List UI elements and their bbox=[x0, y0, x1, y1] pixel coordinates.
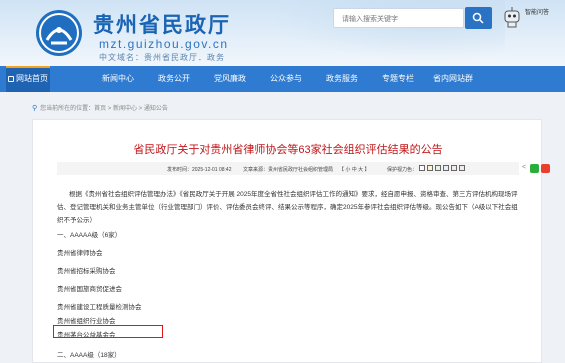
color-swatch-beige[interactable] bbox=[427, 165, 433, 171]
nav-item-news[interactable]: 新闻中心 bbox=[98, 66, 138, 92]
color-swatch-pink[interactable] bbox=[451, 165, 457, 171]
color-swatch-green[interactable] bbox=[435, 165, 441, 171]
site-domain: mzt.guizhou.gov.cn bbox=[99, 37, 229, 51]
search-button[interactable] bbox=[465, 7, 492, 29]
nav-item-topics[interactable]: 专题专栏 bbox=[378, 66, 418, 92]
article-title: 省民政厅关于对贵州省律师协会等63家社会组织评估结果的公告 bbox=[133, 144, 443, 156]
list-item: 贵州省国旅商贸促进会 bbox=[57, 286, 122, 293]
site-chinese-domain: 中文域名：贵州省民政厅．政务 bbox=[99, 53, 225, 62]
search-input[interactable]: 请输入搜索关键字 bbox=[333, 8, 464, 28]
nav-item-site-group[interactable]: 省内网站群 bbox=[428, 66, 478, 92]
color-swatch-gray[interactable] bbox=[459, 165, 465, 171]
site-header: 贵州省民政厅 mzt.guizhou.gov.cn 中文域名：贵州省民政厅．政务… bbox=[0, 0, 565, 66]
list-item: 贵州省律师协会 bbox=[57, 250, 103, 257]
nav-item-integrity[interactable]: 党风廉政 bbox=[210, 66, 250, 92]
main-nav: 网站首页 新闻中心 政务公开 党风廉政 公众参与 政务服务 专题专栏 省内网站群 bbox=[0, 66, 565, 92]
article-meta-bar: 发布时间：2025-12-01 08:42 文章来源：贵州省民政厅社会组织管理局… bbox=[57, 162, 550, 175]
weibo-share-icon[interactable] bbox=[541, 164, 550, 173]
nav-item-label: 网站首页 bbox=[16, 74, 48, 83]
nav-item-home[interactable]: 网站首页 bbox=[6, 66, 50, 92]
list-item: 贵州省招标采购协会 bbox=[57, 268, 116, 275]
search-icon bbox=[472, 12, 484, 24]
list-item: 贵州省建设工程质量检测协会 bbox=[57, 304, 142, 311]
share-icon[interactable]: < bbox=[522, 164, 526, 171]
location-pin-icon: ⚲ bbox=[32, 105, 38, 112]
wechat-share-icon[interactable] bbox=[530, 164, 539, 173]
emblem-logo-icon bbox=[36, 10, 82, 56]
color-swatch-white[interactable] bbox=[419, 165, 425, 171]
publish-date: 发布时间：2025-12-01 08:42 bbox=[167, 167, 232, 173]
section-heading: 二、AAAA级（18家） bbox=[57, 352, 121, 359]
eye-protect-label: 保护视力色： bbox=[387, 167, 418, 173]
font-size-switch[interactable]: 【 小 中 大 】 bbox=[339, 166, 370, 173]
site-title[interactable]: 贵州省民政厅 bbox=[93, 9, 231, 39]
list-item: 贵州省组织行业协会 bbox=[57, 318, 116, 325]
article-paragraph: 根据《贵州省社会组织评估管理办法》《省民政厅关于开展 2025年度全省性社会组织… bbox=[57, 191, 518, 224]
nav-item-services[interactable]: 政务服务 bbox=[322, 66, 362, 92]
home-icon bbox=[8, 76, 14, 82]
highlight-box bbox=[53, 325, 163, 338]
nav-item-gov-open[interactable]: 政务公开 bbox=[154, 66, 194, 92]
article-source: 文章来源：贵州省民政厅社会组织管理局 bbox=[243, 167, 334, 173]
nav-item-participation[interactable]: 公众参与 bbox=[266, 66, 306, 92]
section-heading: 一、AAAAA级（6家） bbox=[57, 232, 122, 239]
robot-icon[interactable] bbox=[502, 6, 522, 28]
color-swatch-blue[interactable] bbox=[443, 165, 449, 171]
breadcrumb-text[interactable]: 您当前所在的位置：首页 > 新闻中心 > 通知公告 bbox=[40, 106, 168, 112]
robot-label[interactable]: 智能问答 bbox=[525, 9, 549, 17]
breadcrumb: ⚲ 您当前所在的位置：首页 > 新闻中心 > 通知公告 bbox=[32, 103, 168, 112]
article-panel: 省民政厅关于对贵州省律师协会等63家社会组织评估结果的公告 发布时间：2025-… bbox=[32, 119, 550, 363]
